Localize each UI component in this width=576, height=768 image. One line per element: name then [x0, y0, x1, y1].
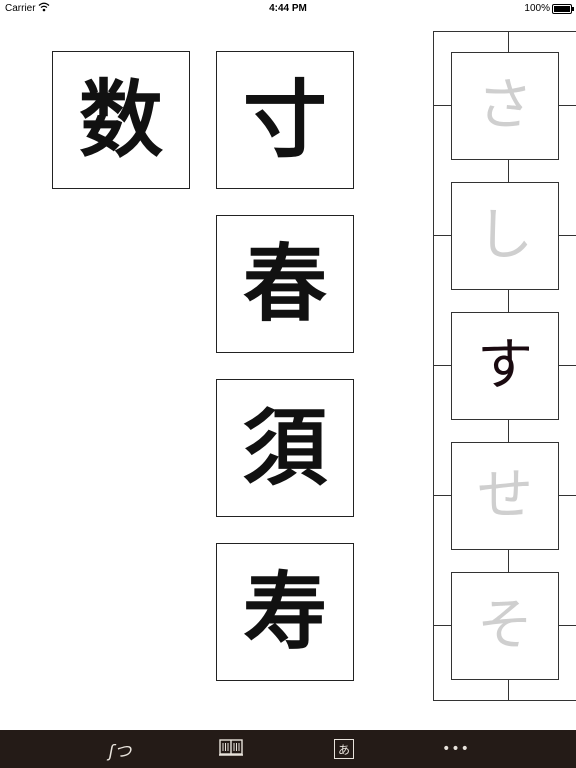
- kanji-main: 数: [78, 70, 163, 169]
- kana-strip[interactable]: さ し す せ そ: [433, 31, 576, 701]
- kana-sa[interactable]: さ: [451, 52, 559, 160]
- kanji-card-2[interactable]: 春: [216, 215, 354, 353]
- kanji-card-1[interactable]: 寸: [216, 51, 354, 189]
- tab-kana[interactable]: あ: [332, 737, 356, 761]
- strip-connector: [508, 32, 509, 52]
- tab-bar: ʃつ あ •••: [0, 730, 576, 768]
- kana-se[interactable]: せ: [451, 442, 559, 550]
- kanji-variant: 須: [242, 398, 327, 497]
- strip-connector: [508, 160, 509, 182]
- strip-divider: [434, 105, 452, 106]
- kana-tab-icon: あ: [334, 739, 354, 759]
- tab-book[interactable]: [219, 737, 243, 761]
- kanji-card-4[interactable]: 寿: [216, 543, 354, 681]
- strip-divider: [558, 495, 576, 496]
- kanji-card-3[interactable]: 須: [216, 379, 354, 517]
- tab-brush[interactable]: ʃつ: [108, 737, 132, 762]
- strip-divider: [434, 365, 452, 366]
- strip-divider: [434, 625, 452, 626]
- kanji-variant: 寿: [242, 562, 327, 661]
- kana-label: す: [477, 333, 533, 398]
- strip-divider: [434, 235, 452, 236]
- kana-label: し: [477, 203, 533, 268]
- book-icon: [218, 737, 244, 761]
- strip-divider: [434, 495, 452, 496]
- strip-connector: [508, 290, 509, 312]
- strip-divider: [558, 105, 576, 106]
- strip-connector: [508, 680, 509, 700]
- strip-connector: [508, 420, 509, 442]
- more-icon: •••: [442, 741, 470, 757]
- kanji-card-main[interactable]: 数: [52, 51, 190, 189]
- kanji-variant: 春: [242, 234, 327, 333]
- kanji-variant: 寸: [242, 70, 327, 169]
- strip-connector: [508, 550, 509, 572]
- kana-label: そ: [477, 593, 533, 658]
- strip-divider: [558, 365, 576, 366]
- strip-divider: [558, 625, 576, 626]
- kana-label: さ: [477, 73, 533, 138]
- tab-more[interactable]: •••: [442, 737, 470, 761]
- battery-percentage: 100%: [524, 3, 550, 14]
- clock: 4:44 PM: [269, 3, 307, 14]
- kana-so[interactable]: そ: [451, 572, 559, 680]
- status-bar: Carrier 4:44 PM 100%: [0, 0, 576, 18]
- strip-divider: [558, 235, 576, 236]
- battery-icon: [552, 4, 574, 14]
- kana-tab-glyph: あ: [337, 742, 350, 757]
- kana-shi[interactable]: し: [451, 182, 559, 290]
- brush-icon: ʃつ: [108, 741, 132, 762]
- kana-su-selected[interactable]: す: [451, 312, 559, 420]
- kana-label: せ: [477, 463, 533, 528]
